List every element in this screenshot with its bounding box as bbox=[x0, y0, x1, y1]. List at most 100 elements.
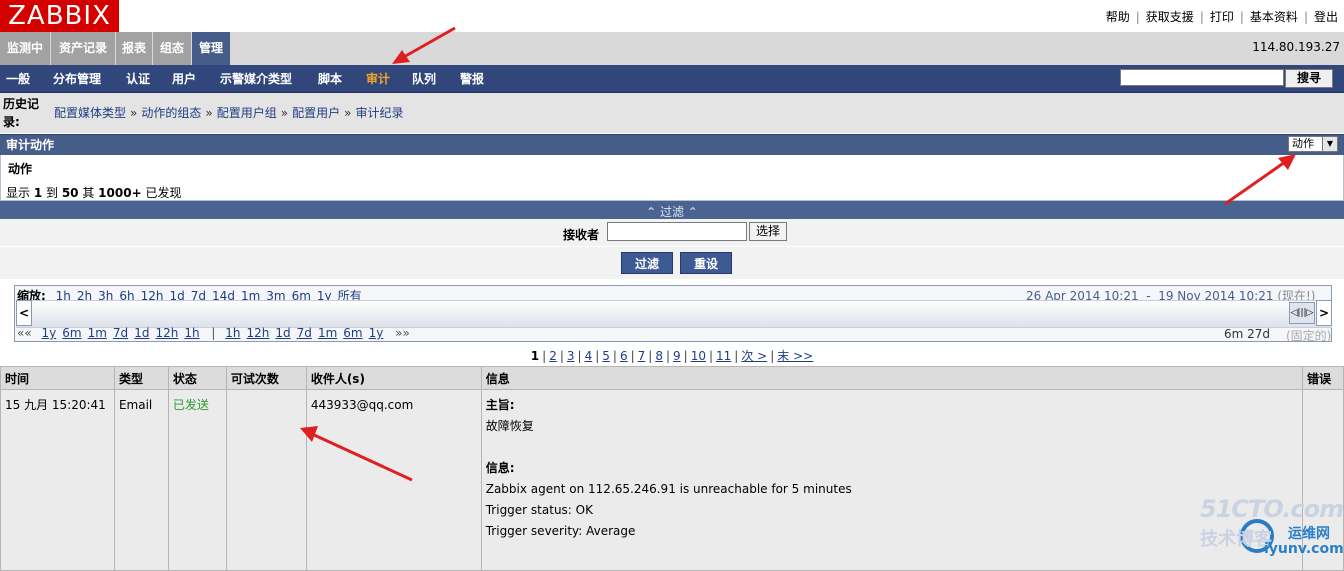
page-link[interactable]: 10 bbox=[691, 349, 706, 363]
col-recipients[interactable]: 收件人(s) bbox=[305, 366, 482, 390]
nav-separator: | bbox=[211, 326, 216, 340]
page-link[interactable]: 8 bbox=[655, 349, 663, 363]
cell-message: 主旨: 故障恢复 信息: Zabbix agent on 112.65.246.… bbox=[480, 389, 1303, 571]
audit-type-select[interactable]: 动作 ▼ bbox=[1288, 136, 1338, 152]
back-1y[interactable]: 1y bbox=[42, 326, 57, 340]
timeline-scrollbar[interactable] bbox=[16, 300, 1332, 328]
fwd-1m[interactable]: 1m bbox=[318, 326, 337, 340]
scroll-left-icon[interactable]: < bbox=[16, 300, 32, 326]
server-ip: 114.80.193.27 bbox=[1252, 40, 1340, 54]
chevron-down-icon: ▼ bbox=[1322, 137, 1337, 151]
watermark-line2: 技术博客 bbox=[1200, 529, 1272, 550]
history-item-actions[interactable]: 动作的组态 bbox=[141, 106, 201, 120]
message-line: Trigger severity: Average bbox=[485, 524, 636, 538]
subject-label: 主旨: bbox=[485, 398, 515, 412]
history-item-user-groups[interactable]: 配置用户组 bbox=[217, 106, 277, 120]
page-title: 审计动作 bbox=[6, 138, 55, 152]
back-6m[interactable]: 6m bbox=[62, 326, 81, 340]
col-type[interactable]: 类型 bbox=[113, 366, 169, 390]
fwd-1y[interactable]: 1y bbox=[369, 326, 384, 340]
col-message: 信息 bbox=[480, 366, 1303, 390]
submenu-general[interactable]: 一般 bbox=[6, 70, 30, 87]
top-links: 帮助 | 获取支援 | 打印 | 基本资料 | 登出 bbox=[1100, 8, 1344, 25]
submenu-notifications[interactable]: 警报 bbox=[460, 70, 484, 87]
profile-link[interactable]: 基本资料 bbox=[1244, 10, 1304, 24]
select-button[interactable]: 选择 bbox=[749, 222, 787, 241]
tab-reports[interactable]: 报表 bbox=[116, 32, 152, 65]
watermark-line4: iyunv.com bbox=[1264, 541, 1344, 557]
period-value: 6m 27d bbox=[1224, 327, 1271, 341]
history-item-users[interactable]: 配置用户 bbox=[292, 106, 340, 120]
watermark-line1: 51CTO.com bbox=[1200, 495, 1344, 523]
tab-configuration[interactable]: 组态 bbox=[153, 32, 191, 65]
cell-time: 15 九月 15:20:41 bbox=[0, 389, 115, 571]
fwd-12h[interactable]: 12h bbox=[247, 326, 270, 340]
page-current: 1 bbox=[530, 349, 540, 363]
col-error: 错误 bbox=[1301, 366, 1344, 390]
recipient-label: 接收者 bbox=[563, 228, 600, 242]
scroll-right-icon[interactable]: > bbox=[1316, 300, 1332, 326]
reset-button[interactable]: 重设 bbox=[680, 252, 732, 274]
support-link[interactable]: 获取支援 bbox=[1140, 10, 1200, 24]
message-line: Zabbix agent on 112.65.246.91 is unreach… bbox=[485, 482, 852, 496]
subject-text: 故障恢复 bbox=[485, 419, 534, 433]
result-count: 显示 1 到 50 其 1000+ 已发现 bbox=[6, 186, 182, 200]
page-link[interactable]: 11 bbox=[716, 349, 731, 363]
page-link[interactable]: 6 bbox=[620, 349, 628, 363]
tab-inventory[interactable]: 资产记录 bbox=[51, 32, 115, 65]
watermark-logo: 51CTO.com 技术博客 运维网 iyunv.com bbox=[1200, 495, 1344, 567]
filter-button[interactable]: 过滤 bbox=[621, 252, 673, 274]
col-retries[interactable]: 可试次数 bbox=[225, 366, 307, 390]
audit-type-value: 动作 bbox=[1292, 137, 1314, 150]
page-link[interactable]: 5 bbox=[602, 349, 610, 363]
audit-table: 时间 类型 状态 可试次数 收件人(s) 信息 错误 15 九月 15:20:4… bbox=[0, 366, 1344, 571]
submenu-dm[interactable]: 分布管理 bbox=[53, 70, 101, 87]
search-button[interactable]: 搜寻 bbox=[1285, 69, 1333, 88]
col-time[interactable]: 时间 bbox=[0, 366, 115, 390]
next-page-link[interactable]: 次 > bbox=[741, 349, 767, 363]
back-1h[interactable]: 1h bbox=[184, 326, 199, 340]
page-link[interactable]: 3 bbox=[567, 349, 575, 363]
cell-retries bbox=[225, 389, 307, 571]
back-1d[interactable]: 1d bbox=[134, 326, 149, 340]
scroll-handle[interactable]: ◁|||▷ bbox=[1289, 302, 1315, 324]
cell-status: 已发送 bbox=[167, 389, 227, 571]
tab-monitoring[interactable]: 监测中 bbox=[0, 32, 50, 65]
back-12h[interactable]: 12h bbox=[155, 326, 178, 340]
help-link[interactable]: 帮助 bbox=[1100, 10, 1136, 24]
search-input[interactable] bbox=[1120, 69, 1284, 86]
fwd-1d[interactable]: 1d bbox=[275, 326, 290, 340]
main-menu-bar: 监测中 资产记录 报表 组态 管理 bbox=[0, 32, 1344, 65]
logout-link[interactable]: 登出 bbox=[1308, 10, 1344, 24]
back-7d[interactable]: 7d bbox=[113, 326, 128, 340]
history-label: 历史记录: bbox=[3, 97, 40, 129]
back-arrows: «« bbox=[17, 326, 32, 340]
breadcrumb: 配置媒体类型» 动作的组态» 配置用户组» 配置用户» 审计纪录 bbox=[54, 106, 404, 120]
fwd-6m[interactable]: 6m bbox=[343, 326, 362, 340]
zabbix-logo[interactable]: ZABBIX bbox=[0, 0, 119, 32]
fwd-1h[interactable]: 1h bbox=[225, 326, 240, 340]
submenu-audit[interactable]: 审计 bbox=[366, 70, 390, 87]
submenu-queue[interactable]: 队列 bbox=[412, 70, 436, 87]
back-1m[interactable]: 1m bbox=[88, 326, 107, 340]
filter-toggle[interactable]: ⌃ 过滤 ⌃ bbox=[0, 203, 1344, 220]
history-item-audit-log[interactable]: 审计纪录 bbox=[355, 106, 403, 120]
fixed-toggle[interactable]: (固定的) bbox=[1286, 327, 1331, 344]
fwd-7d[interactable]: 7d bbox=[297, 326, 312, 340]
cell-recipient: 443933@qq.com bbox=[305, 389, 482, 571]
audit-header bbox=[0, 134, 1344, 155]
history-item-media-types[interactable]: 配置媒体类型 bbox=[54, 106, 126, 120]
page-link[interactable]: 2 bbox=[549, 349, 557, 363]
tab-administration[interactable]: 管理 bbox=[192, 32, 230, 65]
submenu-users[interactable]: 用户 bbox=[172, 70, 196, 87]
page-link[interactable]: 9 bbox=[673, 349, 681, 363]
col-status[interactable]: 状态 bbox=[167, 366, 227, 390]
submenu-authentication[interactable]: 认证 bbox=[126, 70, 150, 87]
pagination: 1 | 2 | 3 | 4 | 5 | 6 | 7 | 8 | 9 | 10 | 11 | 次 > | 末 >> bbox=[530, 349, 814, 363]
message-label: 信息: bbox=[485, 461, 515, 475]
recipient-input[interactable] bbox=[607, 222, 747, 241]
submenu-scripts[interactable]: 脚本 bbox=[318, 70, 342, 87]
print-link[interactable]: 打印 bbox=[1204, 10, 1240, 24]
last-page-link[interactable]: 末 >> bbox=[777, 349, 813, 363]
submenu-media-types[interactable]: 示警媒介类型 bbox=[220, 70, 292, 87]
